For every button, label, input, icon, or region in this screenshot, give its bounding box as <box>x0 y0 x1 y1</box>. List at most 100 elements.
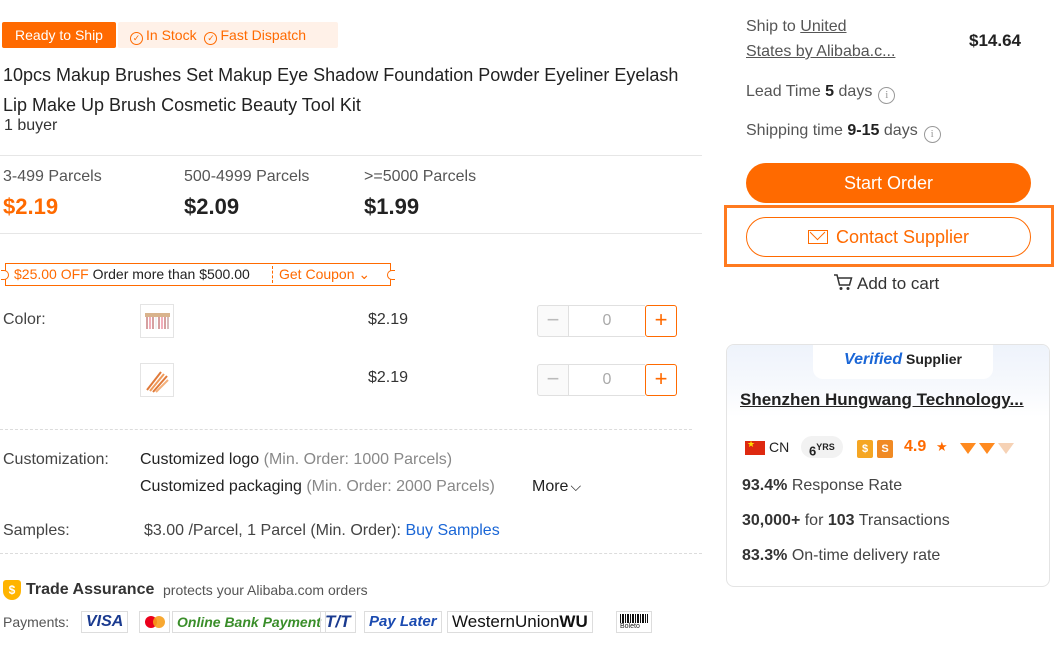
brush-set-image <box>146 371 169 393</box>
transactions-count: 103 <box>827 512 855 529</box>
cart-icon <box>834 274 853 290</box>
coupon-amount: $25.00 OFF <box>14 266 89 282</box>
samples-label: Samples: <box>3 522 70 539</box>
china-flag-icon <box>745 439 765 455</box>
divider <box>0 553 702 554</box>
contact-supplier-label: Contact Supplier <box>835 227 970 247</box>
mastercard-logo <box>139 611 170 633</box>
quantity-input[interactable]: 0 <box>569 364 645 396</box>
pay-later-logo: Pay Later <box>364 611 442 633</box>
color-option-thumbnail[interactable] <box>140 363 174 397</box>
customization-item: Customized packaging (Min. Order: 2000 P… <box>140 478 495 496</box>
start-order-button[interactable]: Start Order <box>746 163 1031 203</box>
color-option-thumbnail[interactable] <box>140 304 174 338</box>
on-time-delivery: 83.3% On-time delivery rate <box>742 547 940 565</box>
tt-logo: T/T <box>320 611 356 633</box>
lead-time: Lead Time 5 days i <box>746 79 896 104</box>
info-icon[interactable]: i <box>878 87 896 104</box>
ready-to-ship-badge: Ready to Ship <box>2 22 116 48</box>
check-circle-icon: ✓ <box>204 32 218 45</box>
coupon-condition: Order more than $500.00 <box>92 266 250 282</box>
ship-to: Ship to United States by Alibaba.c... <box>746 14 895 64</box>
supplier-rating: 4.9 <box>904 438 927 455</box>
lead-time-unit: days <box>838 83 873 100</box>
coupon-banner[interactable]: $25.00 OFF Order more than $500.00 Get C… <box>1 263 395 286</box>
star-icon: ★ <box>936 439 948 454</box>
trade-assurance-badge-icon: $ <box>857 440 873 458</box>
trade-assurance-title: Trade Assurance <box>26 581 155 598</box>
verified-label: Verified <box>844 351 903 368</box>
transactions-label: Transactions <box>858 512 950 529</box>
barcode-icon <box>620 614 648 623</box>
boleto-text: Boleto <box>620 623 640 630</box>
get-coupon-button[interactable]: Get Coupon ⌄ <box>279 264 370 285</box>
western-union-logo: WesternUnionWU <box>447 611 593 633</box>
diamond-icon <box>979 443 995 454</box>
chevron-down-icon: ⌵ <box>570 478 582 494</box>
lead-time-label: Lead Time <box>746 83 821 100</box>
stock-dispatch-badge: ✓ In Stock ✓ Fast Dispatch <box>118 22 338 48</box>
info-icon[interactable]: i <box>923 126 941 143</box>
quantity-stepper[interactable]: − 0 + <box>537 305 677 337</box>
divider <box>0 155 702 156</box>
supplier-card: Verified Supplier Shenzhen Hungwang Tech… <box>726 344 1050 587</box>
color-option-price: $2.19 <box>368 311 409 328</box>
ship-to-country-link[interactable]: United <box>800 18 846 35</box>
verified-supplier-tab: Verified Supplier <box>813 345 993 379</box>
get-coupon-label: Get Coupon <box>279 266 355 282</box>
diamond-icon <box>998 443 1014 454</box>
fast-dispatch-label: Fast Dispatch <box>220 27 307 43</box>
transactions-value: 30,000+ <box>742 512 801 529</box>
in-stock-label: In Stock <box>146 27 197 43</box>
coupon-separator <box>272 266 273 283</box>
customization-name: Customized packaging <box>140 478 302 495</box>
add-to-cart-button[interactable]: Add to cart <box>833 273 939 294</box>
tier-3-price: $1.99 <box>364 194 420 219</box>
visa-logo: VISA <box>81 611 129 633</box>
quantity-stepper[interactable]: − 0 + <box>537 364 677 396</box>
mail-icon <box>807 230 828 244</box>
decrease-button[interactable]: − <box>537 364 569 396</box>
country-code: CN <box>769 439 790 455</box>
transactions: 30,000+ for 103 Transactions <box>742 512 950 530</box>
response-rate-label: Response Rate <box>791 477 903 494</box>
boleto-logo: Boleto <box>616 611 652 633</box>
increase-button[interactable]: + <box>645 364 677 396</box>
decrease-button[interactable]: − <box>537 305 569 337</box>
supplier-assessment-icon: S <box>877 440 893 458</box>
tier-2-label: 500-4999 Parcels <box>184 168 310 185</box>
tier-1-label: 3-499 Parcels <box>3 168 102 185</box>
tier-2-price: $2.09 <box>184 194 240 219</box>
divider <box>0 429 692 430</box>
more-customization-button[interactable]: More ⌵ <box>532 478 581 496</box>
buy-samples-link[interactable]: Buy Samples <box>405 522 499 539</box>
color-label: Color: <box>3 311 46 328</box>
customization-item: Customized logo (Min. Order: 1000 Parcel… <box>140 451 452 469</box>
years-badge: 6YRS <box>801 436 843 458</box>
more-label: More <box>532 478 569 495</box>
trade-assurance-icon: $ <box>3 580 21 600</box>
contact-supplier-button[interactable]: Contact Supplier <box>746 217 1031 257</box>
lead-time-value: 5 <box>825 83 835 100</box>
online-bank-payment-logo: Online Bank Payment <box>172 611 326 633</box>
wu-text: WU <box>559 612 588 631</box>
quantity-input[interactable]: 0 <box>569 305 645 337</box>
transactions-for: for <box>804 512 824 529</box>
customization-min-order: (Min. Order: 1000 Parcels) <box>263 451 453 468</box>
add-to-cart-label: Add to cart <box>857 274 940 293</box>
trade-assurance-subtitle: protects your Alibaba.com orders <box>163 582 368 598</box>
tier-1-price: $2.19 <box>3 194 59 219</box>
ship-to-method-link[interactable]: States by Alibaba.c... <box>746 43 895 60</box>
verified-supplier-suffix: Supplier <box>905 351 962 367</box>
ship-to-prefix: Ship to <box>746 18 796 35</box>
diamond-icon <box>960 443 976 454</box>
increase-button[interactable]: + <box>645 305 677 337</box>
shipping-time-label: Shipping time <box>746 122 843 139</box>
payments-label: Payments: <box>3 614 70 630</box>
color-option-price: $2.19 <box>368 369 409 386</box>
supplier-name-link[interactable]: Shenzhen Hungwang Technology... <box>740 390 1024 410</box>
customization-label: Customization: <box>3 451 109 468</box>
check-circle-icon: ✓ <box>130 32 143 45</box>
response-rate: 93.4% Response Rate <box>742 477 902 495</box>
shipping-time-value: 9-15 <box>847 122 880 139</box>
